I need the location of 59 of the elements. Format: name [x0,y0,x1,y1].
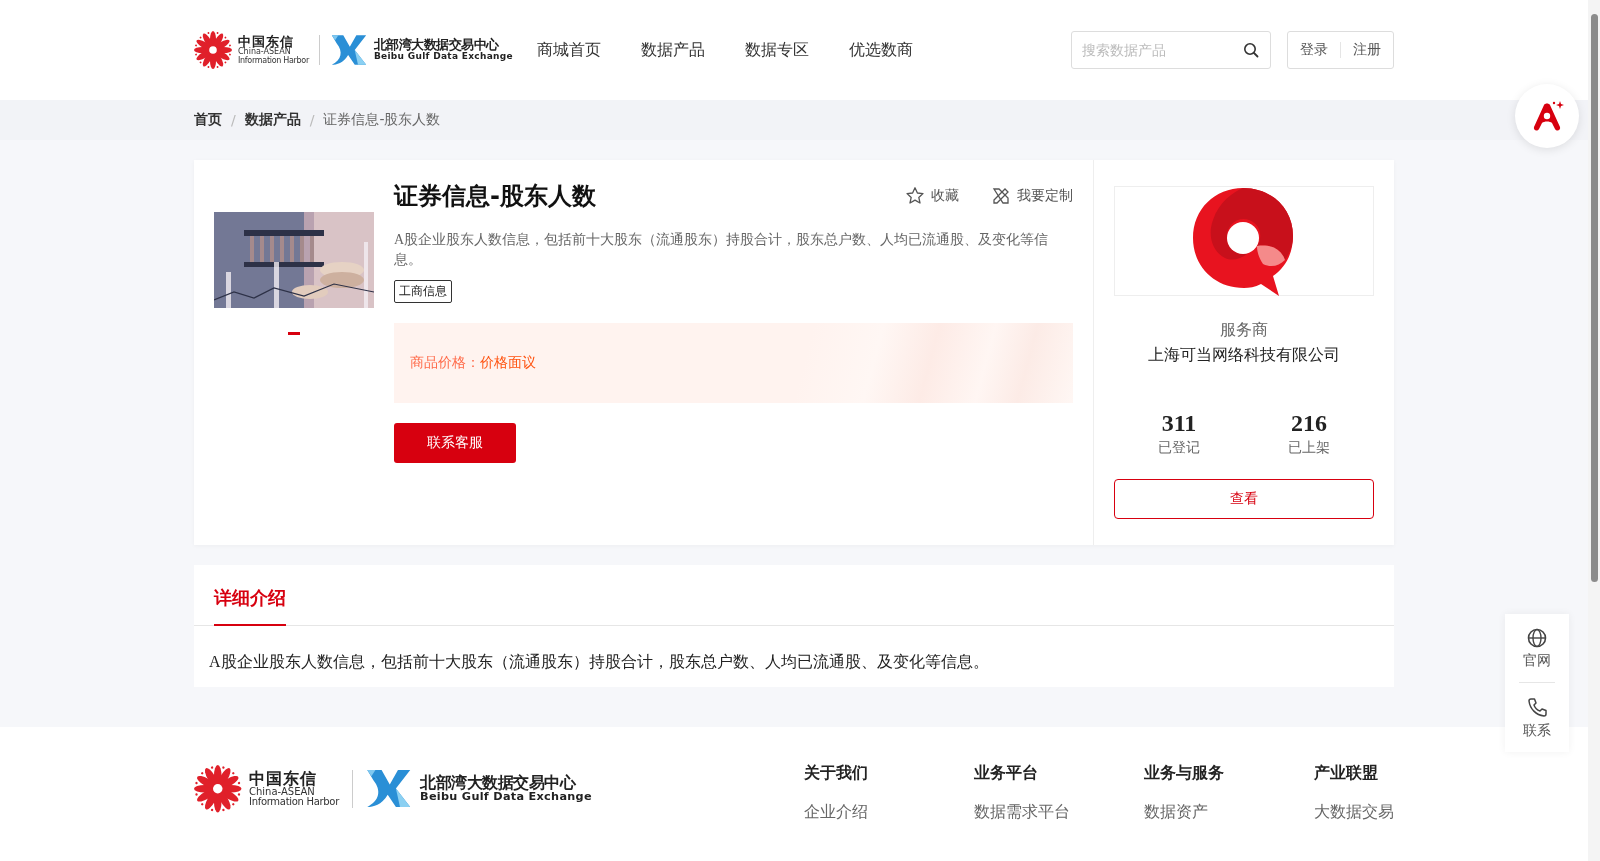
logo-text: 中国东信 [238,34,295,49]
nav-link[interactable]: 优选数商 [848,39,913,61]
footer-link[interactable]: 大数据交易 [1314,802,1394,823]
sunburst-logo-icon [194,31,232,69]
logo-text: Information Harbor [238,56,309,66]
price-label: 商品价格： [410,354,480,372]
footer-heading: 产业联盟 [1314,763,1379,784]
contact-button[interactable]: 联系客服 [394,423,516,463]
phone-icon [1526,697,1548,718]
breadcrumb-separator: / [309,112,315,128]
price-value: 价格面议 [480,354,536,372]
breadcrumb-separator: / [231,112,236,128]
footer-link[interactable]: 企业介绍 [804,802,974,823]
website-button[interactable]: 官网 [1505,614,1569,682]
detail-text: A股企业股东人数信息，包括前十大股东（流通股东）持股合计，股东总户数、人均已流通股、及变化等信息。 [208,652,990,672]
stat-label: 已上架 [1288,439,1330,457]
login-link[interactable]: 登录 [1288,41,1340,59]
nav-link[interactable]: 数据产品 [640,39,705,61]
nav-link[interactable]: 商城首页 [536,39,601,61]
logo-text: Beibu Gulf Data Exchange [420,791,592,804]
logo-text: China-ASEAN [238,48,292,57]
stat-value: 311 [1161,410,1197,437]
category-tag: 工商信息 [394,280,452,303]
stat-label: 已登记 [1158,439,1200,457]
logo-text: 北部湾大数据交易中心 [420,774,576,792]
view-button[interactable]: 查看 [1114,479,1374,519]
favorite-button[interactable]: 收藏 [905,186,959,206]
assistant-button[interactable] [1515,84,1579,148]
logo-text: 中国东信 [249,769,318,787]
nav-link[interactable]: 数据专区 [744,39,809,61]
product-title: 证券信息-股东人数 [394,181,597,212]
stat-value: 216 [1291,410,1327,437]
footer-link[interactable]: 数据资产 [1144,802,1314,823]
footer-link[interactable]: 数据需求平台 [974,802,1144,823]
logo-text: China-ASEAN [249,786,315,797]
logo-text: Beibu Gulf Data Exchange [373,52,513,62]
search-field[interactable]: 搜索数据产品 [1071,31,1271,69]
star-icon [905,186,925,206]
scrollbar[interactable] [1588,0,1600,861]
detail-tab[interactable]: 详细介绍 [214,586,286,626]
provider-name: 上海可当网络科技有限公司 [1148,345,1340,366]
breadcrumb-link[interactable]: 首页 [194,111,222,129]
breadcrumb-link[interactable]: 数据产品 [244,111,301,129]
customize-button[interactable]: 我要定制 [991,186,1073,206]
logo-text: 北部湾大数据交易中心 [373,38,499,53]
footer-heading: 业务与服务 [1144,763,1225,784]
footer-heading: 业务平台 [974,763,1039,784]
sunburst-logo-icon [194,765,242,813]
logo-text: Information Harbor [249,797,339,808]
provider-label: 服务商 [1220,320,1268,341]
search-icon [1243,42,1259,58]
contact-side-button[interactable]: 联系 [1505,683,1569,752]
globe-icon [1527,628,1547,648]
pencil-ruler-icon [991,186,1011,206]
product-description: A股企业股东人数信息，包括前十大股东（流通股东）持股合计，股东总户数、人均已流通股、及变化等信息。 [394,231,1050,269]
x-logo-icon [329,32,368,68]
breadcrumb-current: 证券信息-股东人数 [323,111,441,129]
footer-heading: 关于我们 [804,763,869,784]
register-link[interactable]: 注册 [1341,41,1393,59]
